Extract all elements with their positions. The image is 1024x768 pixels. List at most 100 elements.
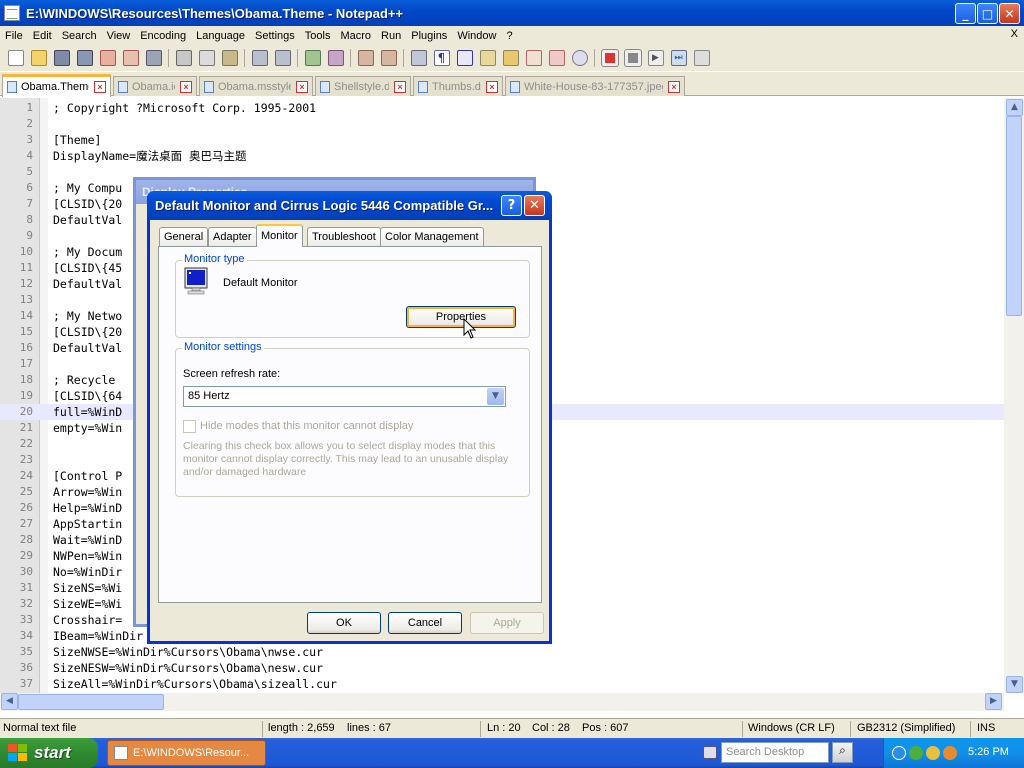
start-button[interactable]: start — [0, 738, 98, 768]
editor-line[interactable]: 36 SizeNESW=%WinDir%Cursors\Obama\nesw.cu… — [0, 660, 1004, 676]
hide-modes-checkbox[interactable] — [183, 420, 196, 433]
tab-close-icon[interactable]: × — [486, 80, 498, 93]
menu-item-search[interactable]: Search — [57, 30, 102, 42]
menu-item-tools[interactable]: Tools — [300, 30, 336, 42]
cancel-button[interactable]: Cancel — [388, 612, 462, 634]
tab-close-icon[interactable]: × — [668, 80, 680, 93]
horizontal-scrollbar[interactable]: ◀ ▶ — [0, 693, 1004, 711]
user-lang-icon[interactable] — [479, 50, 496, 66]
monitoring-icon[interactable] — [571, 50, 588, 66]
vertical-scrollbar[interactable]: ▲ ▼ — [1004, 98, 1024, 693]
menu-item-encoding[interactable]: Encoding — [135, 30, 191, 42]
minimize-button[interactable]: _ — [955, 3, 976, 24]
search-icon[interactable]: ⌕ — [832, 742, 853, 763]
tab-general[interactable]: General — [159, 227, 209, 247]
open-file-icon[interactable] — [30, 50, 47, 66]
pilcrow-icon[interactable]: ¶ — [433, 50, 450, 66]
menu-item-view[interactable]: View — [102, 30, 136, 42]
tab-monitor[interactable]: Monitor — [256, 224, 303, 247]
ok-button[interactable]: OK — [307, 612, 381, 634]
undo-icon[interactable] — [251, 50, 268, 66]
update-icon[interactable] — [926, 746, 940, 760]
chevron-down-icon[interactable]: ▼ — [487, 388, 504, 405]
save-icon[interactable] — [53, 50, 70, 66]
apply-button[interactable]: Apply — [470, 612, 544, 634]
editor-line[interactable]: 4 DisplayName=魔法桌面 奥巴马主题 — [0, 148, 1004, 164]
editor-line[interactable]: 37 SizeAll=%WinDir%Cursors\Obama\sizeall.… — [0, 676, 1004, 692]
tab-adapter[interactable]: Adapter — [208, 227, 257, 247]
menu-item-plugins[interactable]: Plugins — [406, 30, 452, 42]
security-icon[interactable] — [909, 746, 923, 760]
scroll-right-arrow-icon[interactable]: ▶ — [985, 693, 1002, 710]
desktop-search-input[interactable]: Search Desktop — [721, 742, 829, 763]
editor-line[interactable]: 2 — [0, 116, 1004, 132]
redo-icon[interactable] — [274, 50, 291, 66]
line-number: 34 — [19, 629, 33, 642]
notepad-app-icon[interactable] — [4, 5, 20, 21]
scroll-left-arrow-icon[interactable]: ◀ — [1, 693, 18, 710]
document-tab[interactable]: Shellstyle.dll × — [315, 76, 411, 96]
maximize-button[interactable]: □ — [977, 3, 998, 24]
menu-item-window[interactable]: Window — [452, 30, 501, 42]
tab-troubleshoot[interactable]: Troubleshoot — [307, 227, 381, 247]
play-macro-icon[interactable]: ▶ — [647, 50, 664, 66]
save-macro-icon[interactable] — [693, 50, 710, 66]
indent-guide-icon[interactable] — [456, 50, 473, 66]
tab-close-icon[interactable]: × — [94, 81, 106, 93]
menu-item-settings[interactable]: Settings — [250, 30, 300, 42]
menu-item-language[interactable]: Language — [191, 30, 250, 42]
replace-icon[interactable] — [327, 50, 344, 66]
scroll-up-arrow-icon[interactable]: ▲ — [1006, 99, 1023, 116]
print-icon[interactable] — [145, 50, 162, 66]
document-tab[interactable]: Obama.Theme × — [2, 74, 111, 97]
paste-icon[interactable] — [221, 50, 238, 66]
tab-close-icon[interactable]: × — [296, 80, 308, 93]
network-icon[interactable] — [892, 746, 906, 760]
editor-line[interactable]: 35 SizeNWSE=%WinDir%Cursors\Obama\nwse.cu… — [0, 644, 1004, 660]
tab-color-management[interactable]: Color Management — [380, 227, 484, 247]
close-all-icon[interactable] — [122, 50, 139, 66]
close-button[interactable]: ✕ — [999, 3, 1020, 24]
document-tab[interactable]: Thumbs.db × — [413, 76, 503, 96]
menu-item-help[interactable]: ? — [501, 30, 517, 42]
sync-scroll-icon[interactable] — [410, 50, 427, 66]
cut-icon[interactable] — [175, 50, 192, 66]
function-list-icon[interactable] — [525, 50, 542, 66]
copy-icon[interactable] — [198, 50, 215, 66]
find-icon[interactable] — [304, 50, 321, 66]
taskbar-item-notepad[interactable]: E:\WINDOWS\Resour... — [107, 740, 266, 766]
folder-workspace-icon[interactable] — [548, 50, 565, 66]
menu-item-file[interactable]: File — [0, 30, 28, 42]
tab-close-icon[interactable]: × — [180, 80, 192, 93]
dialog-close-button[interactable]: ✕ — [524, 195, 545, 216]
editor-line[interactable]: 3 [Theme] — [0, 132, 1004, 148]
document-tab[interactable]: White-House-83-177357.jpeg × — [505, 76, 685, 96]
doc-map-icon[interactable] — [502, 50, 519, 66]
record-macro-icon[interactable] — [600, 49, 619, 67]
refresh-rate-select[interactable]: 85 Hertz ▼ — [183, 386, 506, 407]
zoom-in-icon[interactable] — [357, 50, 374, 66]
line-number: 37 — [19, 677, 33, 690]
keyboard-icon[interactable] — [703, 746, 717, 759]
line-number: 28 — [19, 533, 33, 546]
zoom-out-icon[interactable] — [380, 50, 397, 66]
run-macro-multiple-icon[interactable]: ⏭ — [670, 50, 687, 66]
menu-item-edit[interactable]: Edit — [28, 30, 57, 42]
menu-item-run[interactable]: Run — [376, 30, 406, 42]
scroll-down-arrow-icon[interactable]: ▼ — [1006, 676, 1023, 693]
search-tray-icon[interactable] — [943, 746, 957, 760]
document-tab[interactable]: Obama.icl × — [113, 76, 197, 96]
save-all-icon[interactable] — [76, 50, 93, 66]
close-document-button[interactable]: X — [1011, 28, 1018, 40]
stop-macro-icon[interactable] — [623, 49, 642, 67]
document-tab[interactable]: Obama.msstyles × — [199, 76, 313, 96]
tab-close-icon[interactable]: × — [394, 80, 406, 93]
editor-line[interactable]: 1 ; Copyright ?Microsoft Corp. 1995-2001 — [0, 100, 1004, 116]
close-file-icon[interactable] — [99, 50, 116, 66]
new-file-icon[interactable] — [7, 50, 24, 66]
vertical-scroll-thumb[interactable] — [1006, 116, 1022, 316]
horizontal-scroll-thumb[interactable] — [18, 694, 164, 710]
help-button[interactable]: ? — [501, 195, 522, 216]
menu-item-macro[interactable]: Macro — [335, 30, 376, 42]
properties-button[interactable]: Properties — [406, 306, 516, 328]
